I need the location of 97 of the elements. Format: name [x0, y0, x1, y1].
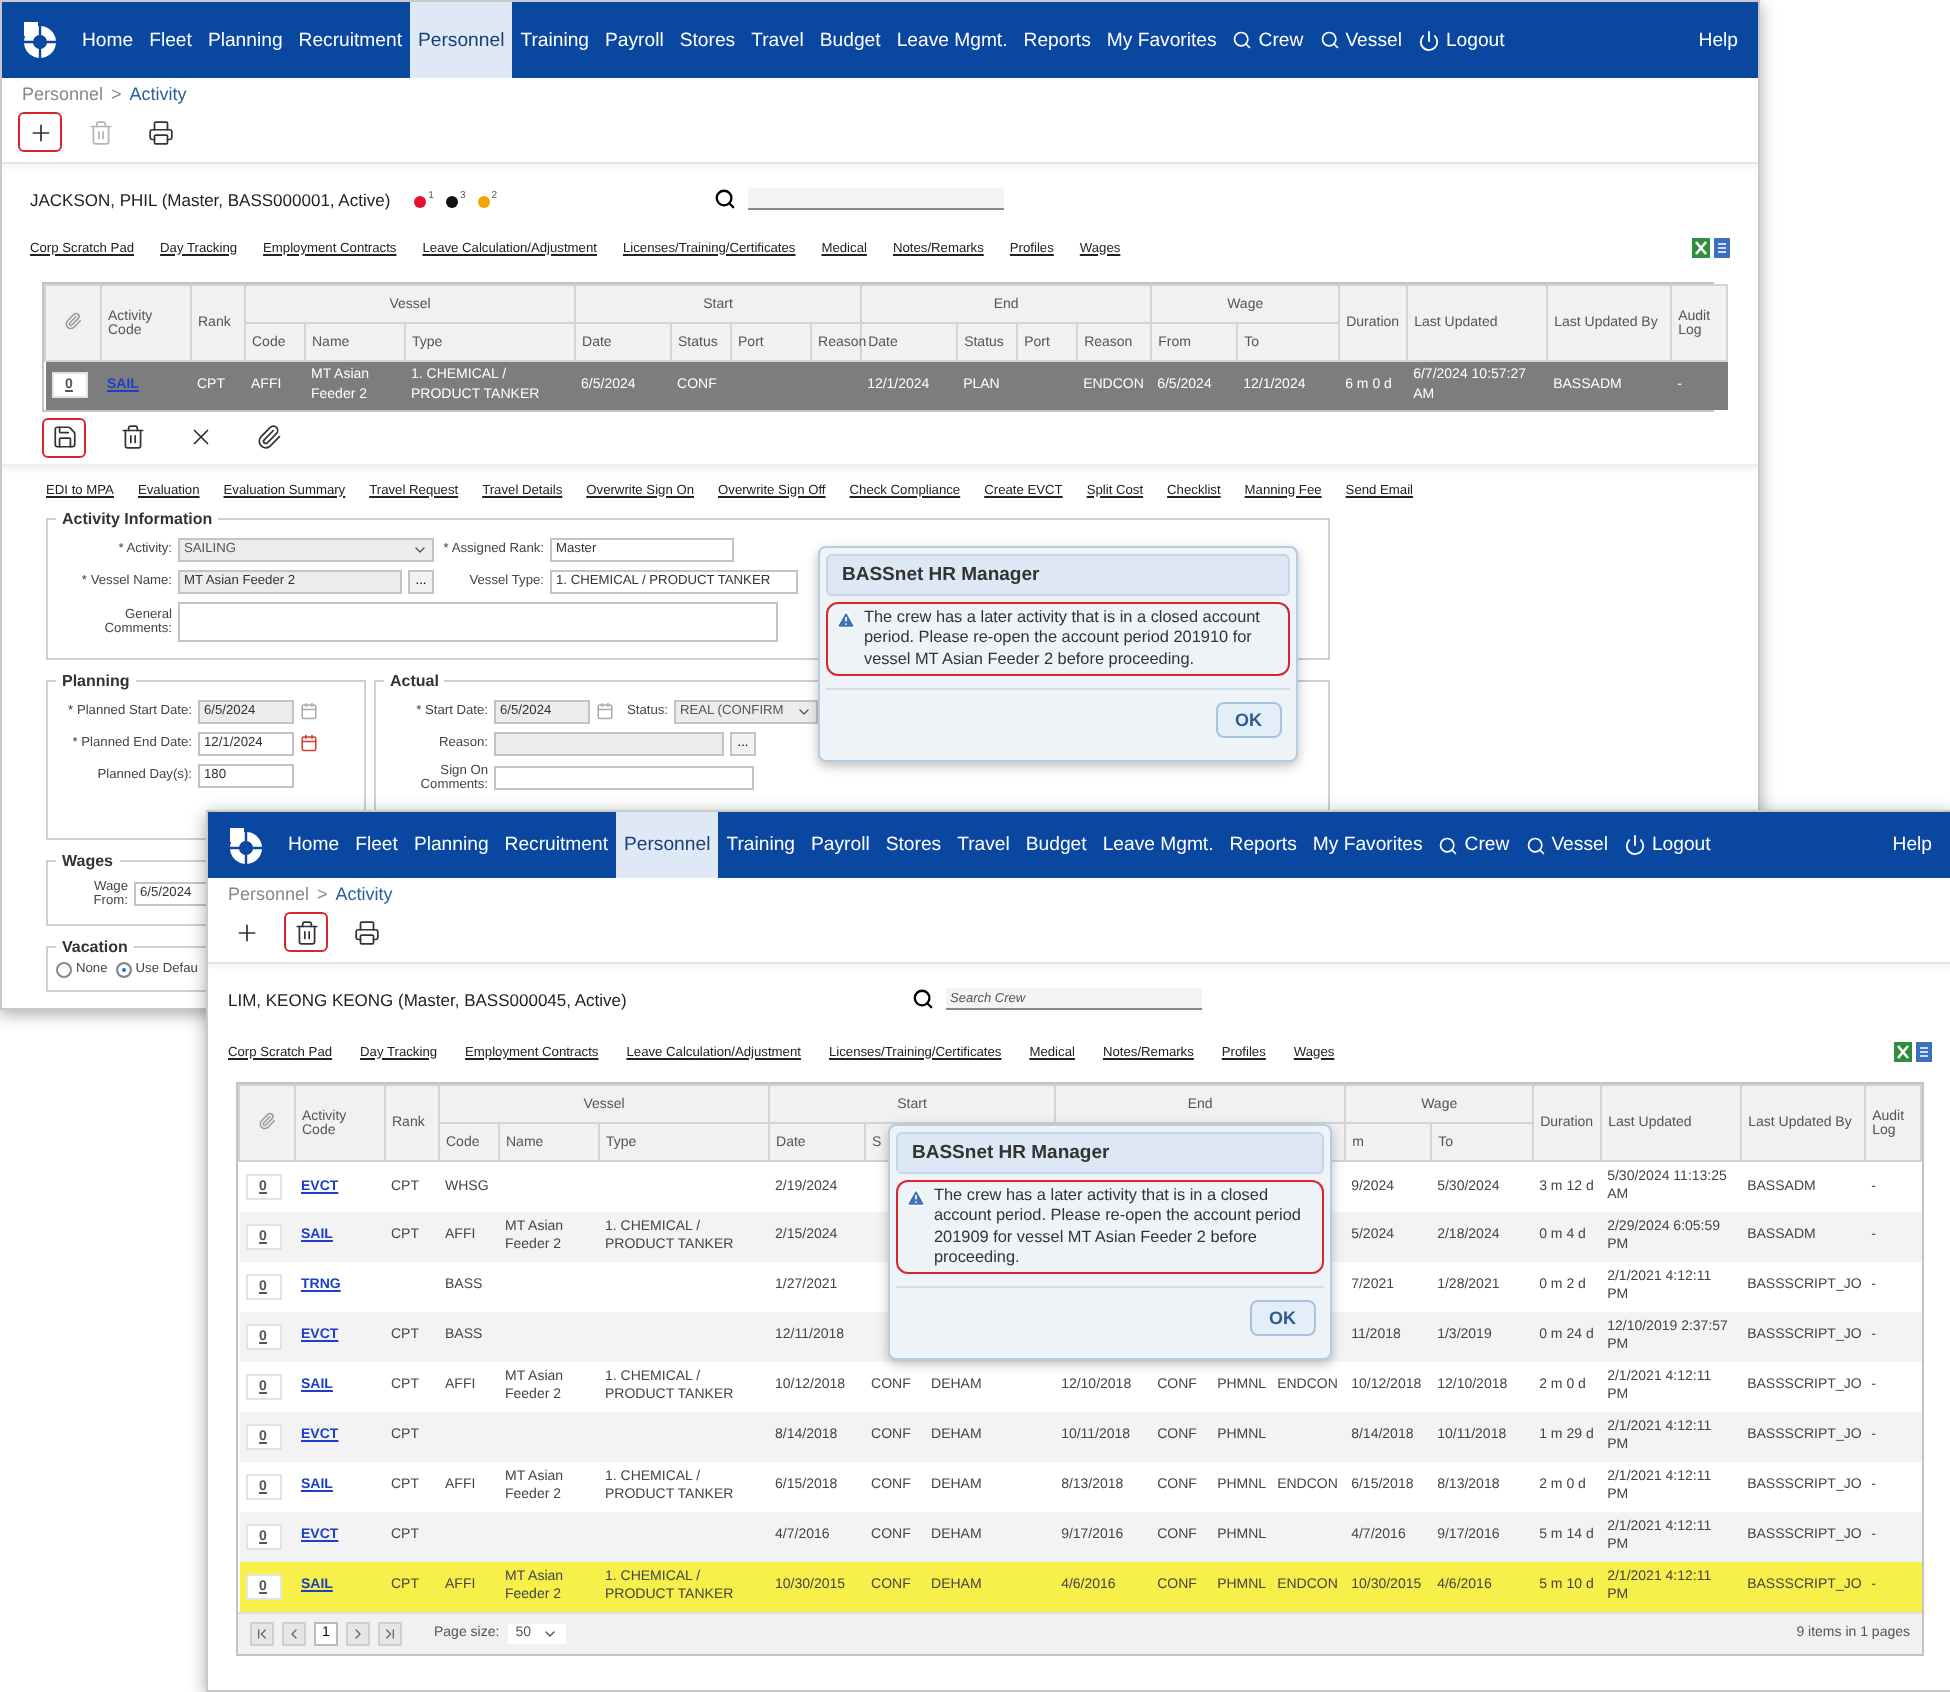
nav-menu-item[interactable]: Vessel: [1311, 2, 1410, 78]
nav-menu-item[interactable]: Travel: [949, 812, 1018, 878]
nav-menu-item[interactable]: Recruitment: [496, 812, 616, 878]
trash-icon: [293, 919, 319, 945]
trash-icon: [119, 424, 145, 450]
section-title: Actual: [388, 671, 441, 689]
nav-menu-item[interactable]: Recruitment: [290, 2, 410, 78]
search-icon: [1232, 30, 1253, 50]
first-page-button[interactable]: [250, 1621, 274, 1645]
logo-icon: [18, 18, 62, 62]
plus-icon: [233, 919, 259, 945]
warning-icon: [906, 1188, 926, 1208]
power-icon: [1623, 834, 1646, 856]
previous-page-button[interactable]: [282, 1621, 306, 1645]
nav-menu-item[interactable]: Vessel: [1517, 812, 1616, 878]
ok-button[interactable]: OK: [1215, 701, 1282, 738]
nav-menu-item[interactable]: Personnel: [616, 812, 719, 878]
nav-menu-item[interactable]: Planning: [199, 2, 291, 78]
breadcrumb-current: Activity: [335, 884, 393, 904]
logo-icon: [224, 823, 268, 867]
search-icon: [714, 188, 736, 210]
nav-menu-item[interactable]: Home: [74, 2, 142, 78]
document-icon[interactable]: [1714, 238, 1730, 258]
search-icon: [1438, 835, 1459, 855]
last-page-button[interactable]: [378, 1621, 402, 1645]
nav-menu-item[interactable]: My Favorites: [1304, 812, 1431, 878]
previous-page-icon: [286, 1625, 302, 1641]
nav-menu-item[interactable]: Logout: [1409, 2, 1513, 78]
nav-menu-item[interactable]: Payroll: [597, 2, 672, 78]
paperclip-icon: [255, 424, 281, 450]
crew-member-name: LIM, KEONG KEONG (Master, BASS000045, Active): [228, 989, 627, 1009]
section-title: Activity Information: [60, 509, 215, 527]
dialog-title: BASSnet HR Manager: [896, 1132, 1324, 1174]
nav-menu-item[interactable]: Home: [280, 812, 348, 878]
radio-button[interactable]: [56, 961, 72, 977]
warning-icon: [836, 610, 856, 630]
calendar-icon[interactable]: [596, 702, 614, 720]
text-field[interactable]: [494, 765, 754, 789]
breadcrumb-separator: >: [111, 84, 122, 104]
nav-menu-item[interactable]: Stores: [877, 812, 950, 878]
paperclip-icon: [64, 312, 82, 330]
paperclip-icon: [258, 1112, 276, 1130]
nav-menu-item[interactable]: Budget: [811, 2, 889, 78]
next-page-button[interactable]: [346, 1621, 370, 1645]
nav-menu-item[interactable]: Budget: [1017, 812, 1095, 878]
spreadsheet-icon[interactable]: [1692, 238, 1710, 258]
dialog-title: BASSnet HR Manager: [826, 554, 1290, 596]
ok-button[interactable]: OK: [1249, 1300, 1316, 1336]
spreadsheet-icon[interactable]: [1894, 1042, 1912, 1062]
radio-button[interactable]: [115, 961, 132, 977]
breadcrumb-link[interactable]: Personnel: [22, 84, 104, 104]
nav-menu-item[interactable]: Stores: [671, 2, 744, 78]
nav-menu-item[interactable]: Planning: [405, 812, 497, 878]
search-icon: [912, 988, 934, 1010]
nav-menu-item[interactable]: Leave Mgmt.: [888, 2, 1016, 78]
printer-icon: [353, 919, 379, 945]
breadcrumb-separator: >: [317, 884, 328, 904]
power-icon: [1417, 29, 1440, 51]
nav-menu-item[interactable]: Fleet: [141, 2, 200, 78]
next-page-icon: [350, 1625, 366, 1641]
section-title: Wages: [60, 851, 115, 869]
breadcrumb-link[interactable]: Personnel: [228, 884, 310, 904]
section-title: Vacation: [60, 937, 130, 955]
nav-menu-item[interactable]: Travel: [743, 2, 812, 78]
first-page-icon: [254, 1625, 270, 1641]
nav-menu-item[interactable]: Personnel: [410, 2, 513, 78]
document-icon[interactable]: [1916, 1042, 1932, 1062]
help-menu-item[interactable]: Help: [1884, 812, 1940, 878]
printer-icon: [147, 119, 173, 145]
crew-member-name: JACKSON, PHIL (Master, BASS000001, Active): [30, 189, 391, 209]
plus-icon: [27, 119, 53, 145]
nav-menu-item[interactable]: Crew: [1224, 2, 1312, 78]
search-icon: [1525, 835, 1546, 855]
nav-menu-item[interactable]: Logout: [1615, 812, 1719, 878]
search-icon: [1319, 30, 1340, 50]
trash-icon: [87, 119, 113, 145]
comments-field[interactable]: [178, 601, 778, 641]
delete-button[interactable]: [284, 912, 328, 952]
add-button[interactable]: [18, 112, 62, 152]
save-button[interactable]: [42, 417, 86, 457]
nav-menu-item[interactable]: Crew: [1430, 812, 1518, 878]
nav-menu-item[interactable]: Reports: [1221, 812, 1305, 878]
nav-menu-item[interactable]: Payroll: [803, 812, 878, 878]
calendar-icon[interactable]: [300, 702, 318, 720]
calendar-icon[interactable]: [300, 734, 318, 752]
nav-menu-item[interactable]: Fleet: [347, 812, 406, 878]
nav-menu-item[interactable]: Training: [718, 812, 804, 878]
search-field[interactable]: [748, 188, 1004, 210]
nav-menu-item[interactable]: My Favorites: [1098, 2, 1225, 78]
help-menu-item[interactable]: Help: [1690, 2, 1746, 78]
breadcrumb-current: Activity: [129, 84, 187, 104]
dialog-message: The crew has a later activity that is in a closed account period. Please re-open the account period 201910 for vessel MT Asian Feeder 2 before proceeding.: [864, 608, 1262, 670]
nav-menu-item[interactable]: Reports: [1015, 2, 1099, 78]
nav-menu-item[interactable]: Training: [512, 2, 598, 78]
last-page-icon: [382, 1625, 398, 1641]
section-title: Planning: [60, 671, 132, 689]
nav-menu-item[interactable]: Leave Mgmt.: [1094, 812, 1222, 878]
